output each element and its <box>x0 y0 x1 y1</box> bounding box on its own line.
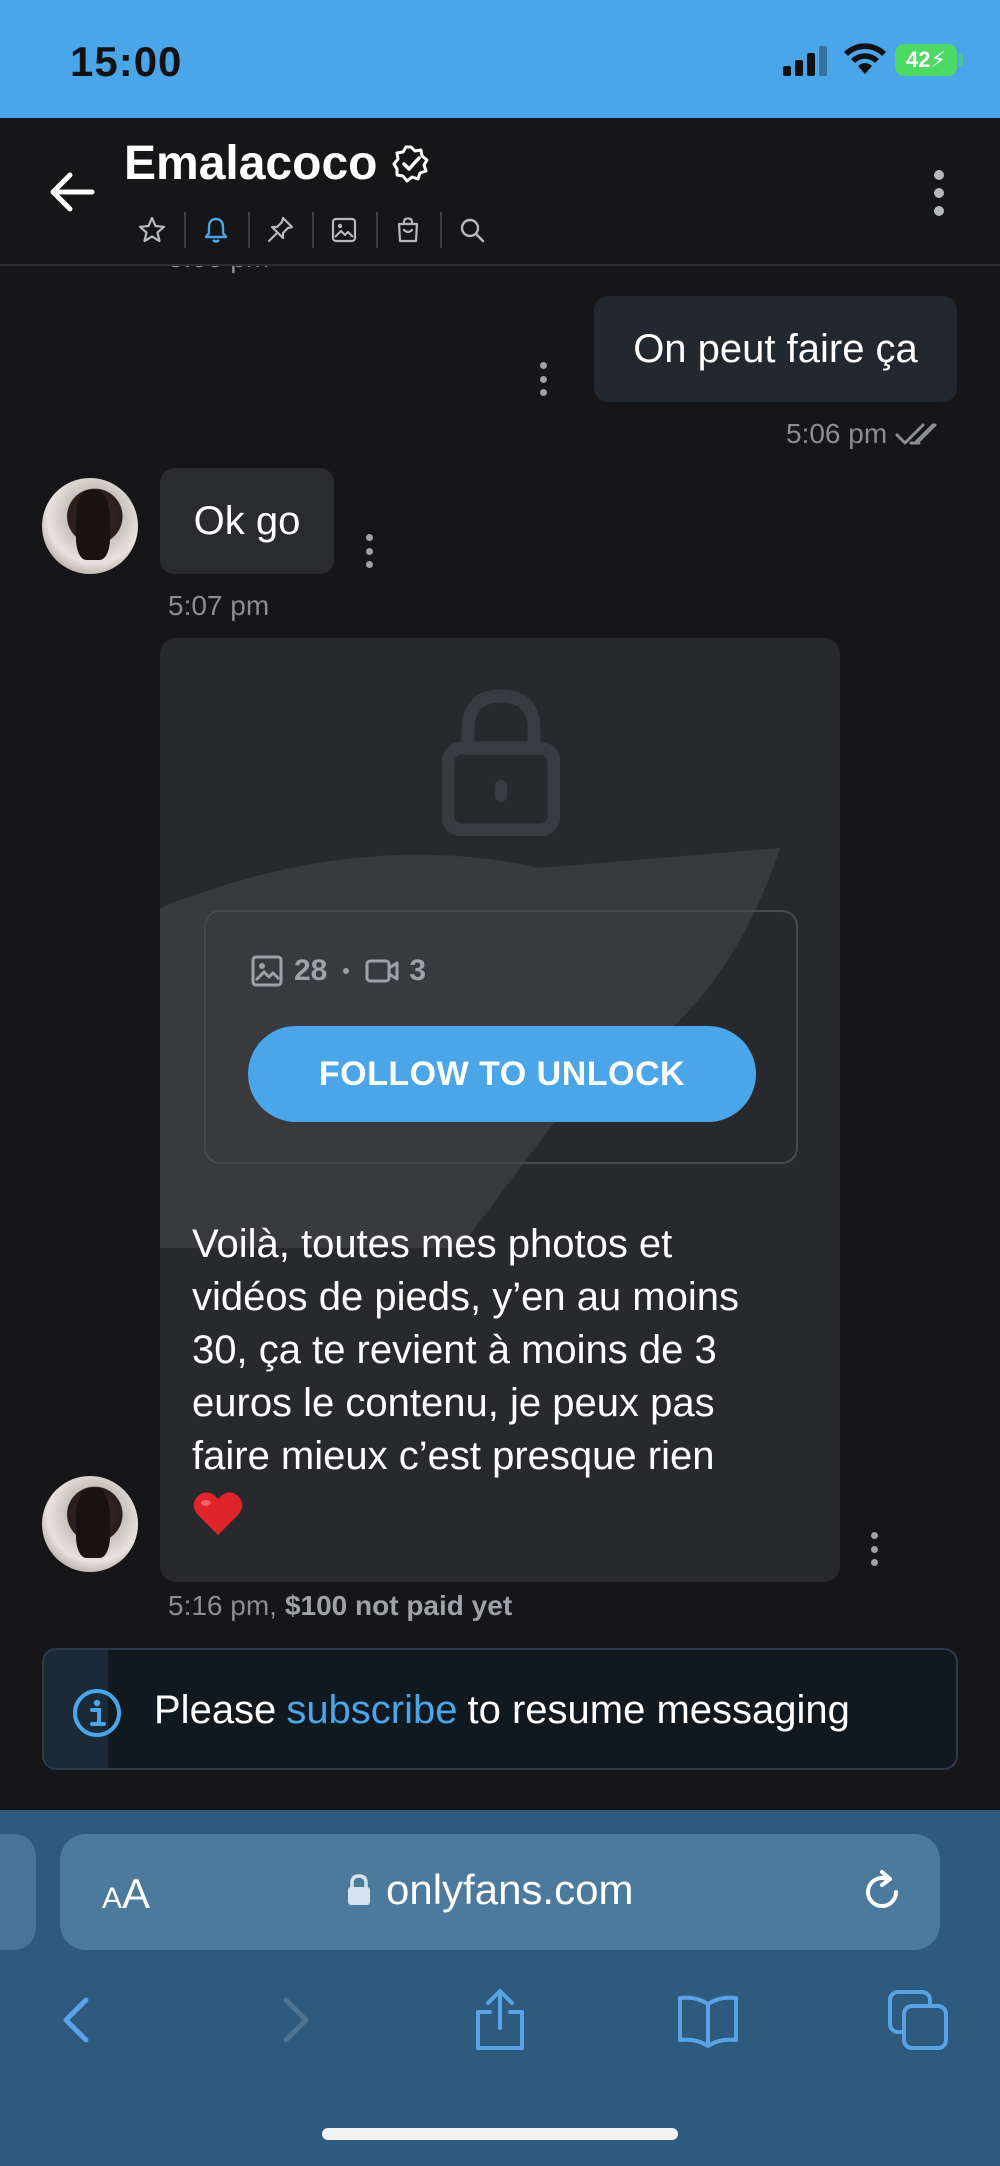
read-receipt-icon <box>895 423 937 445</box>
back-arrow-icon[interactable] <box>46 166 98 218</box>
avatar[interactable] <box>42 1476 138 1572</box>
chat-header: Emalacoco <box>0 118 1000 266</box>
more-options-icon[interactable] <box>932 170 946 216</box>
url-display[interactable]: onlyfans.com <box>346 1866 633 1914</box>
browser-toolbar: AA onlyfans.com <box>0 1810 1000 2166</box>
locked-media-message: 28 3 FOLLOW TO UNLOCK Voilà, toutes mes … <box>160 638 840 1582</box>
unlock-panel: 28 3 FOLLOW TO UNLOCK <box>204 910 798 1164</box>
video-count-icon <box>365 959 399 983</box>
banner-text-before: Please <box>154 1687 277 1732</box>
back-chevron-icon[interactable] <box>46 1988 110 2052</box>
search-button[interactable] <box>440 206 504 254</box>
media-counts: 28 3 <box>250 954 426 988</box>
status-time: 15:00 <box>70 38 183 85</box>
image-icon <box>331 217 357 243</box>
bag-icon <box>397 217 419 243</box>
bell-icon <box>204 217 228 243</box>
tabs-icon[interactable] <box>886 1988 950 2052</box>
message-options-icon[interactable] <box>537 362 549 396</box>
incoming-message[interactable]: Ok go <box>160 468 334 574</box>
message-options-icon[interactable] <box>868 1532 880 1566</box>
wifi-icon <box>844 43 886 74</box>
secure-lock-icon <box>348 1874 370 1905</box>
favorite-button[interactable] <box>120 206 184 254</box>
message-timestamp: 5:06 pm <box>168 266 269 274</box>
message-options-icon[interactable] <box>363 534 375 568</box>
paid-message-meta: 5:16 pm, $100 not paid yet <box>168 1590 512 1622</box>
battery-tip <box>959 54 963 66</box>
banner-text: Please subscribe to resume messaging <box>154 1650 850 1768</box>
avatar[interactable] <box>42 478 138 574</box>
heart-emoji-icon <box>193 1492 243 1536</box>
aa-big: A <box>122 1870 151 1917</box>
paid-message-body: Voilà, toutes mes photos et vidéos de pi… <box>192 1222 739 1478</box>
paid-message-time: 5:16 pm, <box>168 1590 277 1621</box>
photo-count-icon <box>251 955 283 987</box>
previous-tab-preview[interactable] <box>0 1834 36 1950</box>
chat-messages[interactable]: 5:06 pm On peut faire ça 5:06 pm Ok go 5… <box>0 266 1000 1810</box>
chat-toolbar <box>120 206 504 254</box>
aa-small: A <box>102 1882 123 1915</box>
pinned-button[interactable] <box>248 206 312 254</box>
banner-text-after: to resume messaging <box>467 1687 850 1732</box>
outgoing-time: 5:06 pm <box>786 418 888 449</box>
status-bar: 15:00 42⚡ <box>0 0 1000 118</box>
incoming-timestamp: 5:07 pm <box>168 590 270 621</box>
photo-count: 28 <box>294 954 328 987</box>
search-icon <box>460 218 485 243</box>
url-text: onlyfans.com <box>386 1866 634 1913</box>
bookmarks-icon[interactable] <box>676 1988 740 2052</box>
pin-icon <box>267 216 294 243</box>
forward-chevron-icon[interactable] <box>262 1988 326 2052</box>
video-count: 3 <box>409 954 427 987</box>
info-icon <box>73 1689 121 1737</box>
follow-to-unlock-button[interactable]: FOLLOW TO UNLOCK <box>248 1026 756 1122</box>
reload-icon[interactable] <box>858 1868 906 1916</box>
outgoing-timestamp: 5:06 pm <box>786 418 947 450</box>
share-icon[interactable] <box>468 1988 532 2052</box>
verified-badge-icon <box>392 145 429 182</box>
outgoing-message[interactable]: On peut faire ça <box>594 296 957 402</box>
purchases-button[interactable] <box>376 206 440 254</box>
address-bar[interactable]: AA onlyfans.com <box>60 1834 940 1950</box>
home-indicator[interactable] <box>322 2128 678 2140</box>
subscribe-link[interactable]: subscribe <box>286 1688 457 1733</box>
star-icon <box>138 216 166 243</box>
paid-message-text: Voilà, toutes mes photos et vidéos de pi… <box>192 1218 792 1537</box>
subscribe-banner: Please subscribe to resume messaging <box>42 1648 958 1770</box>
title-row: Emalacoco <box>124 136 431 191</box>
battery-indicator: 42⚡ <box>895 44 957 76</box>
lock-icon <box>442 689 560 836</box>
notifications-button[interactable] <box>184 206 248 254</box>
media-gallery-button[interactable] <box>312 206 376 254</box>
reader-options-button[interactable]: AA <box>102 1870 150 1918</box>
chat-title[interactable]: Emalacoco <box>124 136 377 191</box>
price-status: $100 not paid yet <box>284 1590 513 1621</box>
separator-dot <box>343 968 350 974</box>
cellular-signal-icon <box>783 46 827 76</box>
browser-nav <box>0 1978 1000 2074</box>
